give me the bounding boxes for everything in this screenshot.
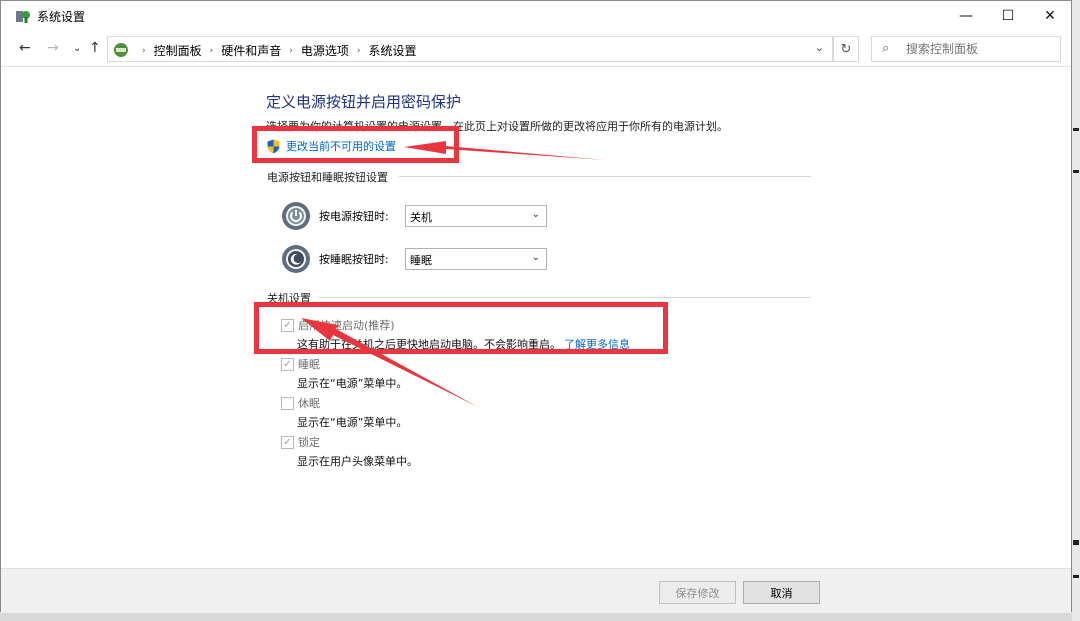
annotation-arrow-top — [404, 141, 605, 160]
annotation-arrow-bottom — [301, 318, 478, 407]
annotation-arrows — [301, 141, 605, 407]
